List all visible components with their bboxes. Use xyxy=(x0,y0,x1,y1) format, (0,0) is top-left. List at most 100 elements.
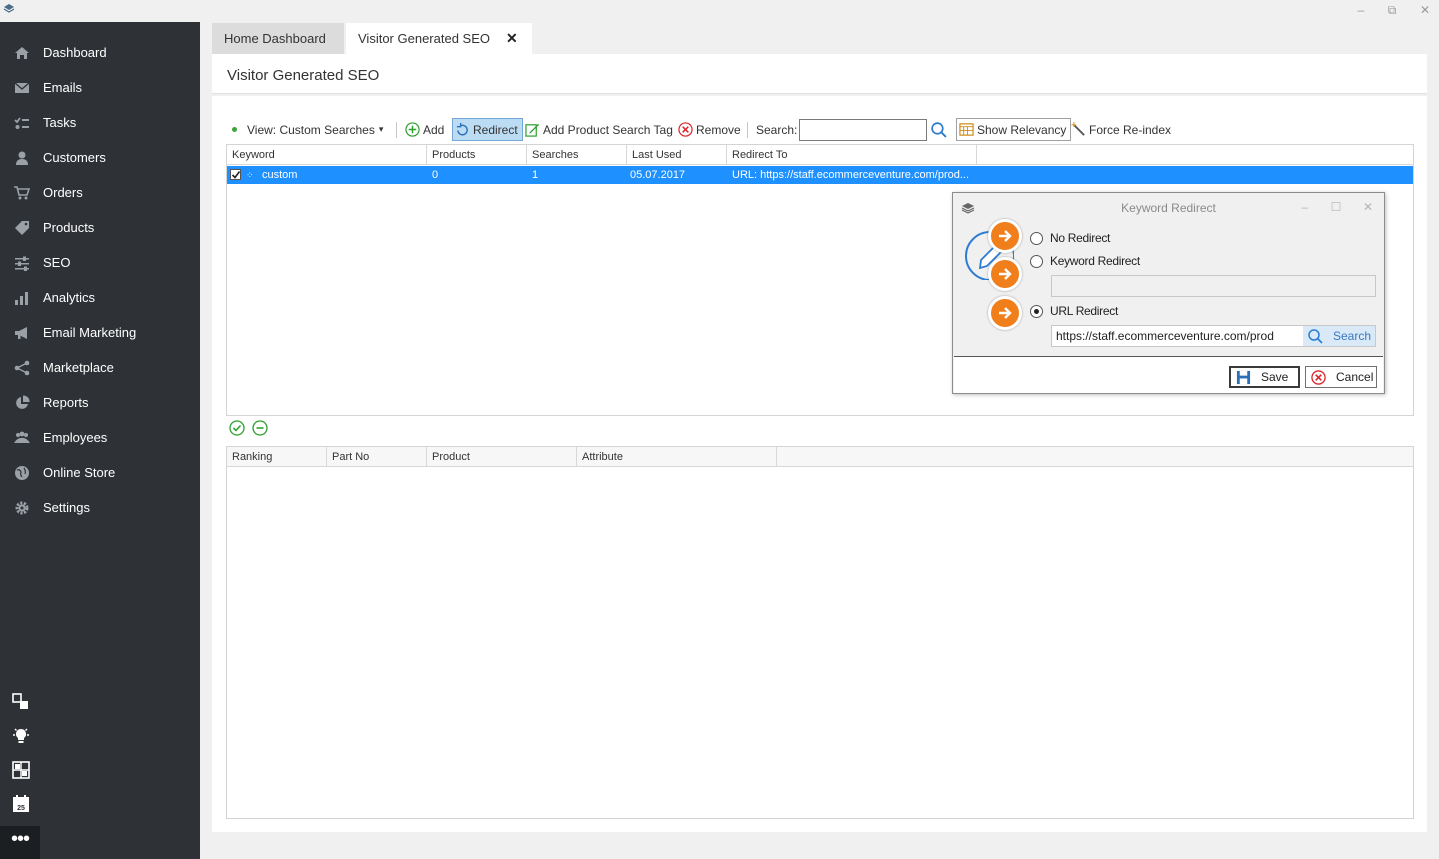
sidebar-item-label: Dashboard xyxy=(43,45,107,60)
relevancy-label: Show Relevancy xyxy=(977,122,1067,137)
toolbar-divider xyxy=(747,122,748,138)
calendar-day: 25 xyxy=(17,805,25,812)
add-product-search-tag-button[interactable]: Add Product Search Tag xyxy=(525,118,673,141)
save-button[interactable]: Save xyxy=(1229,366,1300,388)
wand-icon xyxy=(1071,122,1085,136)
column-header-product[interactable]: Product xyxy=(427,447,577,467)
search-input[interactable] xyxy=(799,119,927,141)
sidebar-item-label: Reports xyxy=(43,395,89,410)
url-redirect-field[interactable]: https://staff.ecommerceventure.com/prod … xyxy=(1051,325,1376,347)
column-header-products[interactable]: Products xyxy=(427,145,527,165)
remove-button[interactable]: Remove xyxy=(678,118,741,141)
sidebar-item-marketplace[interactable]: Marketplace xyxy=(0,350,200,385)
dialog-minimize-button[interactable]: – xyxy=(1298,200,1312,214)
cancel-button[interactable]: Cancel xyxy=(1305,366,1377,388)
sidebar-item-orders[interactable]: Orders xyxy=(0,175,200,210)
dialog-close-button[interactable]: ✕ xyxy=(1361,200,1375,214)
keyword-redirect-input[interactable] xyxy=(1051,275,1376,297)
cart-icon xyxy=(12,185,32,201)
envelope-icon xyxy=(12,80,32,96)
sidebar-item-settings[interactable]: Settings xyxy=(0,490,200,525)
redirect-icon xyxy=(456,122,468,136)
sidebar-item-online-store[interactable]: Online Store xyxy=(0,455,200,490)
sliders-icon xyxy=(12,255,32,271)
column-header-searches[interactable]: Searches xyxy=(527,145,627,165)
url-search-button[interactable]: Search xyxy=(1303,326,1375,346)
tab-visitor-generated-seo[interactable]: Visitor Generated SEO ✕ xyxy=(346,23,532,54)
user-icon xyxy=(12,150,32,166)
checkmark-icon xyxy=(231,171,241,179)
title-bar: – ⧉ ✕ xyxy=(0,0,1439,22)
column-header-attribute[interactable]: Attribute xyxy=(577,447,777,467)
keyword-grid-header: Keyword Products Searches Last Used Redi… xyxy=(227,145,1413,165)
share-icon xyxy=(12,360,32,376)
sidebar-item-customers[interactable]: Customers xyxy=(0,140,200,175)
search-icon xyxy=(931,122,947,138)
lightbulb-icon[interactable] xyxy=(11,726,31,746)
force-reindex-button[interactable]: Force Re-index xyxy=(1071,118,1171,141)
remove-icon xyxy=(678,122,693,137)
sidebar-item-label: Email Marketing xyxy=(43,325,137,340)
keyword-redirect-option[interactable]: Keyword Redirect xyxy=(1030,253,1140,269)
row-checkbox[interactable] xyxy=(230,169,241,180)
sidebar-item-dashboard[interactable]: Dashboard xyxy=(0,35,200,70)
redirect-button[interactable]: Redirect xyxy=(452,118,523,141)
url-redirect-option[interactable]: URL Redirect xyxy=(1030,303,1118,319)
sidebar-item-reports[interactable]: Reports xyxy=(0,385,200,420)
minimize-window-button[interactable]: – xyxy=(1353,3,1369,17)
close-window-button[interactable]: ✕ xyxy=(1417,3,1433,17)
cell-searches: 1 xyxy=(532,169,539,181)
gear-icon xyxy=(12,500,32,516)
minus-icon[interactable] xyxy=(252,420,268,436)
search-button[interactable] xyxy=(930,118,950,141)
sidebar-item-label: Emails xyxy=(43,80,83,95)
column-header-ranking[interactable]: Ranking xyxy=(227,447,327,467)
no-redirect-radio[interactable] xyxy=(1030,231,1043,245)
sidebar-item-label: Orders xyxy=(43,185,83,200)
add-button[interactable]: Add xyxy=(405,118,444,141)
status-dot-icon xyxy=(232,127,237,132)
column-header-part-no[interactable]: Part No xyxy=(327,447,427,467)
sidebar-item-emails[interactable]: Emails xyxy=(0,70,200,105)
keyword-redirect-dialog: Keyword Redirect – ☐ ✕ No Redirect Keywo… xyxy=(952,192,1385,394)
dialog-maximize-button[interactable]: ☐ xyxy=(1329,200,1343,214)
tag-icon xyxy=(12,220,32,236)
cancel-icon xyxy=(1311,369,1326,385)
restore-window-button[interactable]: ⧉ xyxy=(1384,3,1400,17)
grid-icon[interactable] xyxy=(11,760,31,780)
sidebar-item-seo[interactable]: SEO xyxy=(0,245,200,280)
column-header-redirect-to[interactable]: Redirect To xyxy=(727,145,977,165)
windows-icon[interactable] xyxy=(11,692,31,712)
row-drag-icon: ⁘ xyxy=(246,170,254,180)
arrow-marker-icon xyxy=(988,257,1022,291)
tasks-icon xyxy=(12,115,32,131)
column-header-last-used[interactable]: Last Used xyxy=(627,145,727,165)
sidebar-item-products[interactable]: Products xyxy=(0,210,200,245)
globe-icon xyxy=(12,465,32,481)
sidebar-item-tasks[interactable]: Tasks xyxy=(0,105,200,140)
keyword-redirect-radio[interactable] xyxy=(1030,254,1043,268)
close-tab-icon[interactable]: ✕ xyxy=(506,23,518,54)
calendar-icon[interactable]: 25 xyxy=(11,794,31,814)
table-row[interactable]: ⁘ custom 0 1 05.07.2017 URL: https://sta… xyxy=(227,166,1413,184)
arrow-marker-icon xyxy=(988,219,1022,253)
tab-home-dashboard[interactable]: Home Dashboard xyxy=(212,23,344,54)
show-relevancy-button[interactable]: Show Relevancy xyxy=(956,118,1072,141)
url-redirect-radio[interactable] xyxy=(1030,304,1043,318)
more-button[interactable]: ••• xyxy=(0,826,40,859)
view-dropdown[interactable]: View: Custom Searches ▾ xyxy=(232,118,383,141)
bar-chart-icon xyxy=(12,290,32,306)
save-icon xyxy=(1236,370,1251,384)
sidebar-item-email-marketing[interactable]: Email Marketing xyxy=(0,315,200,350)
cell-keyword: custom xyxy=(262,169,298,181)
url-redirect-value[interactable]: https://staff.ecommerceventure.com/prod xyxy=(1056,326,1301,346)
sidebar-item-employees[interactable]: Employees xyxy=(0,420,200,455)
sidebar-item-analytics[interactable]: Analytics xyxy=(0,280,200,315)
column-header-keyword[interactable]: Keyword xyxy=(227,145,427,165)
chevron-down-icon: ▾ xyxy=(378,124,384,134)
no-redirect-option[interactable]: No Redirect xyxy=(1030,230,1110,246)
approve-icon[interactable] xyxy=(229,420,245,436)
url-search-label: Search xyxy=(1333,329,1372,343)
add-icon xyxy=(405,122,420,137)
home-icon xyxy=(12,45,32,61)
